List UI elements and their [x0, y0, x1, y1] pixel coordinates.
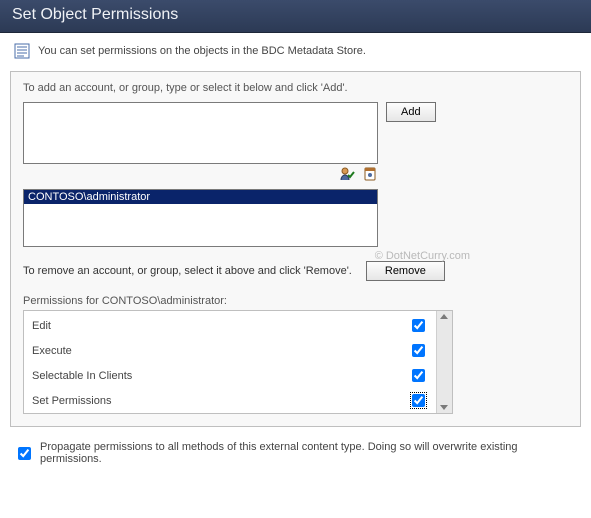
description-row: You can set permissions on the objects i…	[0, 33, 591, 65]
remove-instruction: To remove an account, or group, select i…	[23, 265, 352, 277]
permission-checkbox[interactable]	[412, 369, 425, 382]
permission-checkbox[interactable]	[412, 394, 425, 407]
remove-row: To remove an account, or group, select i…	[23, 261, 568, 281]
description-text: You can set permissions on the objects i…	[38, 45, 366, 57]
permission-row: Edit	[24, 313, 436, 338]
propagate-label: Propagate permissions to all methods of …	[40, 441, 577, 465]
add-row: Add	[23, 102, 568, 164]
address-book-icon[interactable]	[362, 173, 378, 185]
selected-accounts-list[interactable]: CONTOSO\administrator	[23, 189, 378, 247]
remove-button[interactable]: Remove	[366, 261, 445, 281]
propagate-checkbox[interactable]	[18, 447, 31, 460]
permissions-scrollbar[interactable]	[436, 311, 452, 413]
permission-row: Set Permissions	[24, 388, 436, 413]
permission-row: Selectable In Clients	[24, 363, 436, 388]
permission-name: Selectable In Clients	[32, 370, 132, 382]
dialog-title: Set Object Permissions	[0, 0, 591, 33]
account-input[interactable]	[23, 102, 378, 164]
permission-name: Set Permissions	[32, 395, 111, 407]
permission-name: Edit	[32, 320, 51, 332]
add-instruction: To add an account, or group, type or sel…	[23, 82, 568, 94]
permission-row: Execute	[24, 338, 436, 363]
permission-checkbox[interactable]	[412, 319, 425, 332]
add-button[interactable]: Add	[386, 102, 436, 122]
permission-name: Execute	[32, 345, 72, 357]
info-icon	[14, 43, 30, 59]
selected-account-item[interactable]: CONTOSO\administrator	[24, 190, 377, 204]
people-picker-icons	[23, 166, 378, 185]
check-names-icon[interactable]	[339, 173, 358, 185]
permissions-list: Edit Execute Selectable In Clients Set Perm…	[24, 311, 436, 413]
permissions-for-label: Permissions for CONTOSO\administrator:	[23, 295, 568, 307]
propagate-row: Propagate permissions to all methods of …	[0, 427, 591, 465]
permissions-panel: To add an account, or group, type or sel…	[10, 71, 581, 427]
permissions-box: Edit Execute Selectable In Clients Set Perm…	[23, 310, 453, 414]
permission-checkbox[interactable]	[412, 344, 425, 357]
